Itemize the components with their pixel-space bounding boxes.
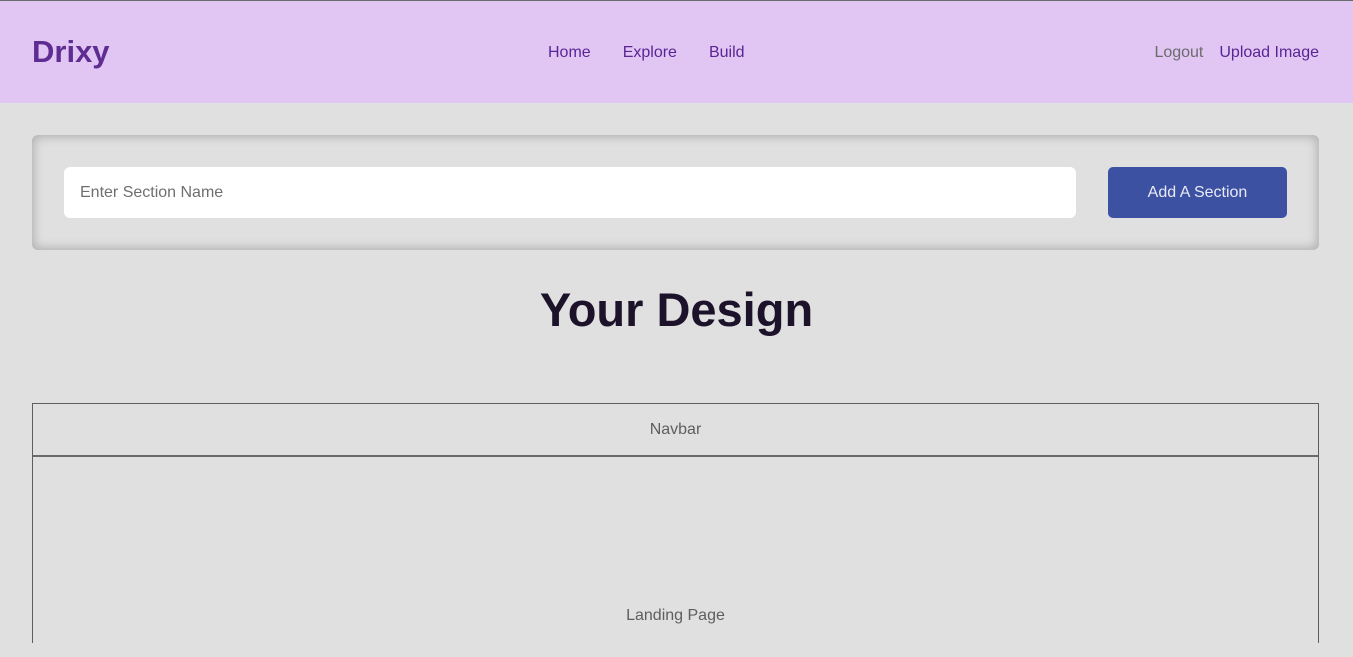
nav-build-link[interactable]: Build <box>709 43 745 63</box>
section-label: Landing Page <box>626 607 725 624</box>
main-nav: Home Explore Build <box>548 43 745 63</box>
section-name-input[interactable] <box>64 167 1076 218</box>
add-section-button[interactable]: Add A Section <box>1108 167 1287 218</box>
section-label: Navbar <box>649 421 702 438</box>
design-section-navbar[interactable]: Navbar <box>33 404 1318 457</box>
account-nav: Logout Upload Image <box>1154 43 1319 63</box>
top-navbar: Drixy Home Explore Build Logout Upload I… <box>0 0 1353 103</box>
nav-explore-link[interactable]: Explore <box>623 43 677 63</box>
brand-logo[interactable]: Drixy <box>32 34 110 70</box>
add-section-form: Add A Section <box>32 135 1319 250</box>
logout-link[interactable]: Logout <box>1154 43 1203 63</box>
design-section-landing-page[interactable]: Landing Page <box>33 457 1318 657</box>
design-preview: Navbar Landing Page <box>32 403 1319 643</box>
nav-home-link[interactable]: Home <box>548 43 591 63</box>
page-title: Your Design <box>539 283 814 336</box>
upload-image-link[interactable]: Upload Image <box>1219 43 1319 63</box>
